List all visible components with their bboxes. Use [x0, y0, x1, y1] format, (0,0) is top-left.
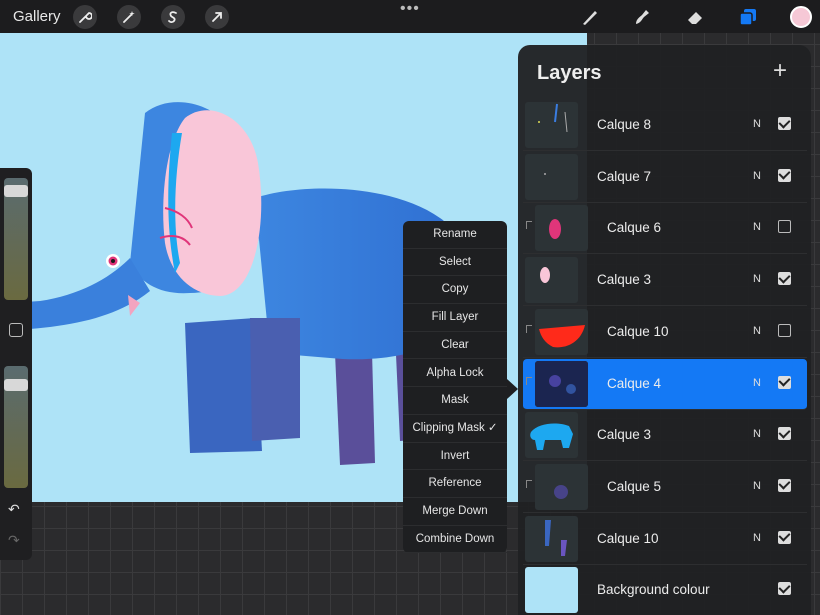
eraser-icon[interactable] — [683, 5, 707, 29]
menu-item[interactable]: Alpha Lock — [403, 360, 507, 388]
visibility-checkbox[interactable] — [778, 168, 791, 182]
visibility-checkbox[interactable] — [778, 272, 791, 286]
visibility-checkbox[interactable] — [778, 582, 791, 596]
blend-mode-button[interactable]: N — [753, 325, 761, 337]
blend-mode-button[interactable]: N — [753, 428, 761, 440]
visibility-checkbox[interactable] — [778, 220, 791, 234]
layer-name: Calque 5 — [607, 478, 662, 494]
visibility-checkbox[interactable] — [778, 478, 791, 492]
layer-thumbnail[interactable] — [525, 567, 578, 614]
blend-mode-button[interactable]: N — [753, 532, 761, 544]
add-layer-button[interactable]: + — [773, 57, 787, 85]
layer-row[interactable]: Calque 10 N — [523, 514, 807, 565]
layers-icon[interactable] — [736, 5, 760, 29]
layer-row[interactable]: Calque 8 N — [523, 100, 807, 151]
selection-s-icon[interactable] — [161, 5, 185, 29]
menu-item[interactable]: Mask — [403, 387, 507, 415]
layer-thumbnail[interactable] — [525, 153, 578, 200]
visibility-checkbox[interactable] — [778, 323, 791, 337]
layer-thumbnail[interactable] — [525, 515, 578, 562]
menu-item[interactable]: Reference — [403, 470, 507, 498]
layer-thumbnail[interactable] — [525, 412, 578, 459]
layer-row[interactable]: Background colour — [523, 565, 807, 615]
blend-mode-button[interactable]: N — [753, 118, 761, 130]
gallery-button[interactable]: Gallery — [13, 8, 61, 25]
layer-thumbnail[interactable] — [525, 257, 578, 304]
wrench-icon[interactable] — [73, 5, 97, 29]
layer-name: Calque 6 — [607, 220, 662, 236]
menu-item[interactable]: Merge Down — [403, 498, 507, 526]
more-menu-dots[interactable]: ••• — [400, 0, 420, 18]
menu-item[interactable]: Combine Down — [403, 526, 507, 554]
layers-panel: Layers + Calque 8 N Calque 7 N Calque 6 N Calq… — [518, 45, 811, 615]
layer-thumbnail[interactable] — [525, 102, 578, 148]
layer-row[interactable]: Calque 3 N — [523, 410, 807, 462]
visibility-checkbox[interactable] — [778, 117, 791, 130]
layer-name: Calque 3 — [597, 272, 652, 288]
visibility-checkbox[interactable] — [778, 427, 791, 441]
opacity-thumb[interactable] — [4, 379, 28, 391]
layer-name: Calque 7 — [597, 168, 652, 184]
menu-item[interactable]: Clear — [403, 332, 507, 360]
layer-thumbnail[interactable] — [535, 360, 588, 407]
blend-mode-button[interactable]: N — [753, 377, 761, 389]
blend-mode-button[interactable]: N — [753, 221, 761, 233]
layer-name: Calque 8 — [597, 117, 652, 132]
clipping-mask-indicator — [526, 376, 532, 385]
layer-row[interactable]: Calque 4 N — [523, 358, 807, 410]
menu-item[interactable]: Rename — [403, 221, 507, 249]
layer-options-menu: Rename Select Copy Fill Layer Clear Alpha Loc… — [403, 221, 507, 554]
layer-thumbnail[interactable] — [535, 463, 588, 510]
layer-name: Calque 4 — [607, 375, 662, 391]
layers-title: Layers — [537, 62, 602, 84]
brush-icon[interactable] — [578, 5, 602, 29]
menu-item[interactable]: Fill Layer — [403, 304, 507, 332]
brush-size-thumb[interactable] — [4, 185, 28, 197]
layer-name: Calque 10 — [607, 323, 669, 339]
layer-name: Calque 3 — [597, 427, 652, 443]
blend-mode-button[interactable]: N — [753, 273, 761, 285]
menu-item[interactable]: Select — [403, 249, 507, 277]
menu-item[interactable]: Invert — [403, 443, 507, 471]
visibility-checkbox[interactable] — [778, 375, 791, 389]
transform-arrow-icon[interactable] — [205, 5, 229, 29]
layer-row[interactable]: Calque 5 N — [523, 462, 807, 513]
blend-mode-button[interactable]: N — [753, 480, 761, 492]
redo-icon[interactable]: ↷ — [8, 532, 20, 549]
menu-item[interactable]: Clipping Mask ✓ — [403, 415, 507, 443]
magic-wand-icon[interactable] — [117, 5, 141, 29]
layer-thumbnail[interactable] — [535, 308, 588, 355]
left-sidebar: ↶ ↷ — [0, 168, 32, 560]
blend-mode-button[interactable]: N — [753, 170, 761, 182]
smudge-icon[interactable] — [630, 5, 654, 29]
layer-row[interactable]: Calque 10 N — [523, 307, 807, 358]
layer-name: Calque 10 — [597, 530, 659, 546]
undo-icon[interactable]: ↶ — [8, 501, 20, 518]
clipping-mask-indicator — [526, 479, 532, 488]
active-color-swatch[interactable] — [790, 6, 812, 28]
layer-row[interactable]: Calque 7 N — [523, 152, 807, 203]
top-toolbar: Gallery ••• — [0, 0, 820, 33]
clipping-mask-indicator — [526, 324, 532, 333]
layer-row[interactable]: Calque 6 N — [523, 203, 807, 255]
modify-button[interactable] — [9, 323, 23, 337]
clipping-mask-indicator — [526, 221, 532, 230]
layer-row[interactable]: Calque 3 N — [523, 255, 807, 307]
layer-name: Background colour — [597, 582, 710, 598]
layer-thumbnail[interactable] — [535, 205, 588, 252]
menu-pointer-arrow — [507, 379, 518, 399]
visibility-checkbox[interactable] — [778, 530, 791, 544]
menu-item[interactable]: Copy — [403, 276, 507, 305]
